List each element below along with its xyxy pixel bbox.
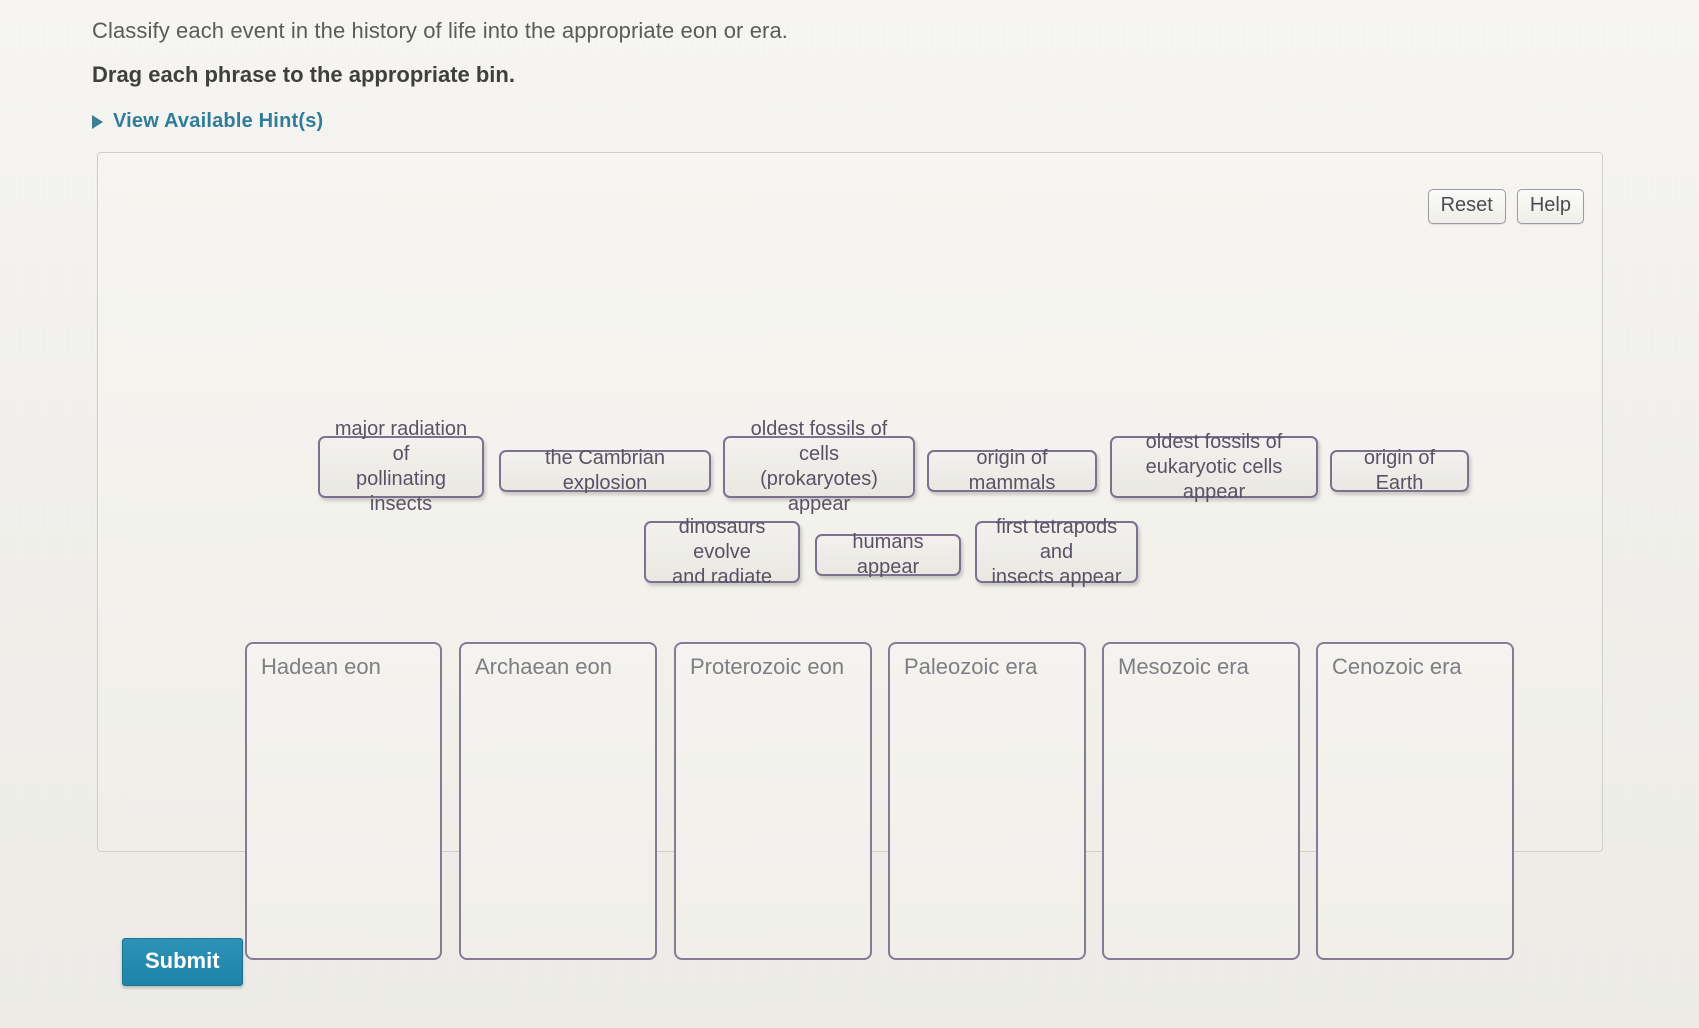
bin-label: Hadean eon <box>261 654 381 679</box>
view-hints-link[interactable]: View Available Hint(s) <box>92 110 323 133</box>
view-hints-label: View Available Hint(s) <box>113 110 324 132</box>
bin-label: Paleozoic era <box>904 654 1038 679</box>
caret-right-icon <box>92 114 103 129</box>
question-instruction: Drag each phrase to the appropriate bin. <box>92 62 515 87</box>
bin-hadean-eon[interactable]: Hadean eon <box>245 642 442 960</box>
question-prompt: Classify each event in the history of li… <box>92 18 788 43</box>
bin-label: Archaean eon <box>475 654 612 679</box>
bin-proterozoic-eon[interactable]: Proterozoic eon <box>674 642 872 960</box>
submit-button[interactable]: Submit <box>122 938 243 986</box>
bin-paleozoic-era[interactable]: Paleozoic era <box>888 642 1086 960</box>
bin-tray: Hadean eon Archaean eon Proterozoic eon Pal… <box>98 153 1602 960</box>
bin-label: Mesozoic era <box>1118 654 1249 679</box>
activity-panel: Reset Help major radiation of pollinating… <box>97 152 1603 960</box>
bin-label: Proterozoic eon <box>690 654 845 679</box>
bin-cenozoic-era[interactable]: Cenozoic era <box>1316 642 1514 960</box>
bin-label: Cenozoic era <box>1332 654 1462 679</box>
bin-archaean-eon[interactable]: Archaean eon <box>459 642 657 960</box>
bin-mesozoic-era[interactable]: Mesozoic era <box>1102 642 1300 960</box>
